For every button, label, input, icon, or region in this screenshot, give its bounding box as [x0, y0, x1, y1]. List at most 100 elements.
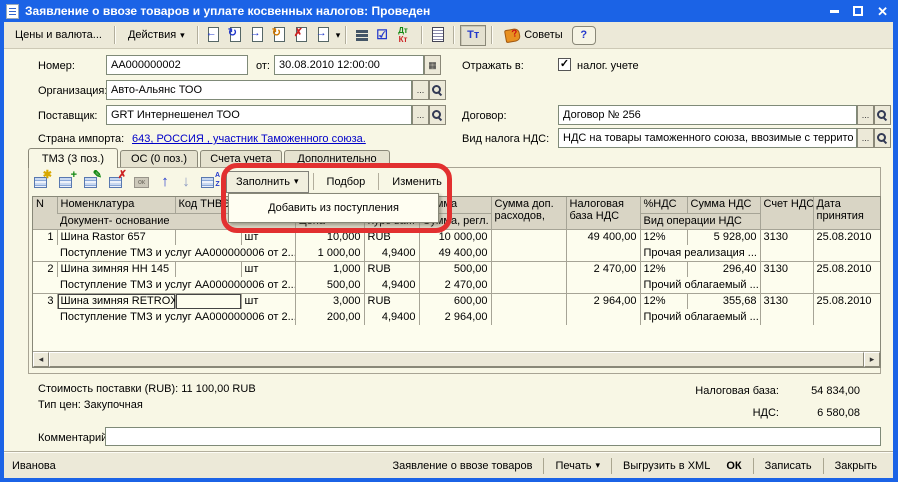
- export-xml-button[interactable]: Выгрузить в XML: [615, 457, 718, 475]
- scrollbar-thumb[interactable]: [49, 352, 864, 367]
- magnifier-icon: [432, 85, 443, 96]
- save-button[interactable]: Записать: [757, 457, 820, 475]
- edit-row-icon[interactable]: ✎: [82, 172, 102, 191]
- document-movements-icon[interactable]: [352, 25, 372, 45]
- organization-open-button[interactable]: [429, 80, 446, 100]
- copy-row-icon[interactable]: +: [57, 172, 77, 191]
- table-row-selected: 3 Шина зимняя RETROX шт 3,000 RUB 600,00…: [33, 293, 880, 309]
- supplier-select-button[interactable]: ...: [412, 105, 429, 125]
- close-form-button[interactable]: Закрыть: [827, 457, 885, 475]
- import-country-label: Страна импорта:: [38, 133, 124, 145]
- grid-action-buttons: Заполнить▾ Подбор Изменить: [226, 169, 451, 194]
- scroll-left-button[interactable]: ◂: [33, 352, 49, 367]
- refresh-document-icon[interactable]: ↻: [226, 25, 246, 45]
- calendar-icon: ▦: [428, 60, 437, 71]
- move-up-icon[interactable]: ↑: [157, 173, 173, 190]
- tab-additional[interactable]: Дополнительно: [284, 150, 390, 167]
- move-down-icon[interactable]: ↓: [178, 173, 194, 190]
- chevron-down-icon[interactable]: ▾: [336, 30, 341, 41]
- dt-kt-icon[interactable]: ДтКт: [396, 25, 416, 45]
- scroll-right-button[interactable]: ▸: [864, 352, 880, 367]
- vat-total-label: НДС:: [604, 407, 779, 419]
- tax-base-value: 54 834,00: [784, 385, 860, 397]
- chevron-down-icon: ▾: [180, 30, 185, 41]
- actions-button[interactable]: Действия▾: [121, 26, 192, 44]
- title-bar: Заявление о ввозе товаров и уплате косве…: [0, 0, 898, 22]
- col-vat-pct: %НДС: [640, 197, 687, 213]
- help-button[interactable]: ?: [572, 26, 596, 45]
- end-edit-icon[interactable]: ок: [132, 172, 152, 191]
- active-cell[interactable]: Шина зимняя RETROX: [57, 293, 175, 309]
- tab-os[interactable]: ОС (0 поз.): [120, 150, 198, 167]
- maximize-button[interactable]: [853, 6, 863, 16]
- ok-button[interactable]: ОК: [718, 457, 749, 475]
- col-vat-account: Счет НДС: [760, 197, 813, 229]
- horizontal-scrollbar[interactable]: ◂ ▸: [33, 351, 880, 367]
- delete-row-icon[interactable]: ✗: [107, 172, 127, 191]
- import-country-link[interactable]: 643, РОССИЯ , участник Таможенного союза…: [132, 133, 366, 145]
- fill-dropdown-menu: Добавить из поступления: [228, 193, 439, 223]
- organization-label: Организация:: [38, 85, 107, 97]
- tab-tmz[interactable]: ТМЗ (3 поз.): [28, 148, 118, 168]
- table-header-row-1: N Номенклатура Код ТНВЭД Сумма Сумма доп…: [33, 197, 880, 213]
- document-type-button[interactable]: Заявление о ввозе товаров: [384, 457, 540, 475]
- contract-input[interactable]: Договор № 256: [558, 105, 857, 125]
- vat-kind-open-button[interactable]: [874, 128, 891, 148]
- close-button[interactable]: ✕: [877, 5, 888, 18]
- date-input[interactable]: 30.08.2010 12:00:00: [274, 55, 424, 75]
- vat-kind-input[interactable]: НДС на товары таможенного союза, ввозимы…: [558, 128, 857, 148]
- main-toolbar: Цены и валюта... Действия▾ ← ↻ → ↻ ✗ → ▾…: [4, 22, 893, 49]
- supplier-input[interactable]: GRT Интернешенел ТОО: [106, 105, 412, 125]
- previous-document-icon[interactable]: ←: [204, 25, 224, 45]
- toolbar-separator: [453, 26, 455, 44]
- tax-accounting-label: налог. учете: [577, 60, 639, 72]
- status-bar: Иванова Заявление о ввозе товаров Печать…: [4, 452, 893, 478]
- vat-kind-select-button[interactable]: ...: [857, 128, 874, 148]
- minimize-button[interactable]: [830, 10, 839, 13]
- contract-select-button[interactable]: ...: [857, 105, 874, 125]
- print-button[interactable]: Печать▾: [547, 457, 608, 475]
- tips-button[interactable]: ? Советы: [498, 26, 569, 45]
- number-input[interactable]: АА000000002: [106, 55, 248, 75]
- table-header-row-2: Документ- основание Цена Курс ва... Сумм…: [33, 213, 880, 229]
- post-document-icon[interactable]: ↻: [270, 25, 290, 45]
- vat-kind-label: Вид налога НДС:: [462, 133, 549, 145]
- tax-base-label: Налоговая база:: [604, 385, 779, 397]
- supplier-open-button[interactable]: [429, 105, 446, 125]
- menu-item-add-from-receipt[interactable]: Добавить из поступления: [268, 202, 399, 214]
- toolbar-separator: [421, 26, 423, 44]
- calendar-button[interactable]: ▦: [424, 55, 441, 75]
- description-toggle-button[interactable]: Тт: [460, 25, 486, 46]
- organization-input[interactable]: Авто-Альянс ТОО: [106, 80, 412, 100]
- reflect-in-label: Отражать в:: [462, 60, 524, 72]
- next-document-icon[interactable]: →: [248, 25, 268, 45]
- col-extra-costs: Сумма доп. расходов,: [491, 197, 566, 229]
- prices-currency-button[interactable]: Цены и валюта...: [8, 26, 109, 44]
- form-body: Цены и валюта... Действия▾ ← ↻ → ↻ ✗ → ▾…: [4, 22, 893, 478]
- number-label: Номер:: [38, 60, 75, 72]
- sort-ascending-icon[interactable]: AZ: [199, 172, 219, 191]
- toolbar-separator: [114, 26, 116, 44]
- col-vat-base: Налоговая база НДС: [566, 197, 640, 229]
- document-report-icon[interactable]: [428, 25, 448, 45]
- fill-button[interactable]: Заполнить▾: [226, 171, 309, 193]
- change-button[interactable]: Изменить: [383, 172, 451, 192]
- magnifier-icon: [432, 110, 443, 121]
- settings-checklist-icon[interactable]: ☑: [374, 25, 394, 45]
- advice-book-icon: ?: [504, 27, 521, 42]
- col-date: Дата принятия: [813, 197, 880, 229]
- table-row-detail: Поступление ТМЗ и услуг АА000000006 от 2…: [33, 277, 880, 293]
- add-row-icon[interactable]: ✱: [32, 172, 52, 191]
- organization-select-button[interactable]: ...: [412, 80, 429, 100]
- col-nomenclature: Номенклатура: [57, 197, 175, 213]
- comment-label: Комментарий:: [38, 432, 110, 444]
- delivery-cost-text: Стоимость поставки (RUB): 11 100,00 RUB: [38, 383, 256, 395]
- contract-open-button[interactable]: [874, 105, 891, 125]
- vat-total-value: 6 580,08: [784, 407, 860, 419]
- create-based-on-icon[interactable]: →: [314, 25, 334, 45]
- tax-accounting-checkbox[interactable]: ✓: [558, 58, 571, 71]
- comment-input[interactable]: [105, 427, 881, 446]
- tab-accounts[interactable]: Счета учета: [200, 150, 282, 167]
- pick-button[interactable]: Подбор: [318, 172, 375, 192]
- unpost-document-icon[interactable]: ✗: [292, 25, 312, 45]
